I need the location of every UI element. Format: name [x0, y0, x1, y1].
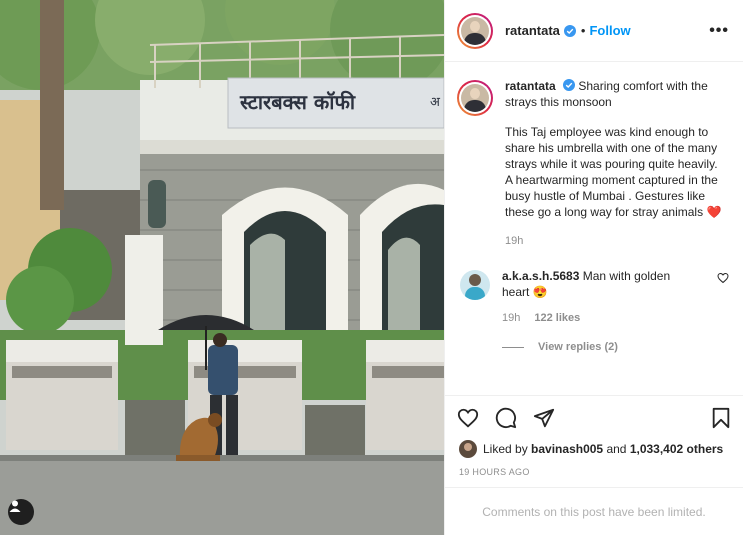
caption-text: This Taj employee was kind enough to sha… — [505, 125, 718, 219]
caption-body: ratantata Sharing comfort with the stray… — [505, 78, 725, 249]
caption-username[interactable]: ratantata — [505, 79, 556, 93]
comment-meta: 19h 122 likes — [502, 310, 692, 326]
tag-user-button[interactable] — [8, 499, 34, 525]
follow-button[interactable]: Follow — [589, 23, 630, 38]
more-options-icon[interactable]: ••• — [709, 22, 729, 40]
header-separator: • — [580, 23, 586, 38]
caption-author-avatar[interactable] — [457, 80, 493, 116]
post-photo[interactable]: स्टारबक्स कॉफी अ — [0, 0, 444, 535]
comment-body: a.k.a.s.h.5683 Man with golden heart 😍 1… — [502, 268, 692, 326]
comment-icon — [495, 407, 517, 428]
heart-icon — [457, 408, 479, 427]
liked-by-user[interactable]: bavinash005 — [531, 442, 603, 456]
replies-line — [502, 346, 524, 348]
bookmark-icon — [712, 407, 730, 428]
comments-limited-notice: Comments on this post have been limited. — [445, 487, 743, 535]
instagram-post: स्टारबक्स कॉफी अ ratantata • Follow ••• — [0, 0, 743, 535]
like-button[interactable] — [457, 407, 479, 429]
photo-signage-cut: अ — [430, 95, 440, 110]
verified-badge-icon — [563, 79, 576, 91]
comment-like-heart-icon[interactable] — [717, 272, 729, 284]
comment-username[interactable]: a.k.a.s.h.5683 — [502, 269, 579, 283]
save-button[interactable] — [711, 407, 731, 429]
liked-by-prefix: Liked by — [483, 442, 528, 456]
user-tag-icon — [9, 500, 21, 512]
action-bar — [445, 395, 743, 439]
caption-paragraph: This Taj employee was kind enough to sha… — [505, 124, 725, 220]
liked-by-and: and — [606, 442, 627, 456]
view-replies-label: View replies (2) — [538, 341, 618, 353]
photo-signage-text: स्टारबक्स कॉफी — [240, 90, 356, 114]
author-username[interactable]: ratantata — [505, 23, 560, 38]
share-button[interactable] — [533, 407, 555, 429]
caption-time: 19h — [505, 235, 524, 247]
photo-scene — [0, 0, 444, 535]
post-header: ratantata • Follow ••• — [445, 0, 743, 62]
post-time-ago[interactable]: 19 HOURS AGO — [445, 459, 743, 487]
red-heart-emoji: ❤️ — [706, 205, 722, 219]
post-side-panel: ratantata • Follow ••• ratantata Sharing… — [444, 0, 743, 535]
heart-eyes-emoji: 😍 — [532, 285, 548, 299]
comment-likes[interactable]: 122 likes — [534, 310, 580, 326]
author-avatar-image — [461, 16, 489, 45]
share-icon — [533, 408, 555, 427]
commenter-avatar[interactable] — [460, 270, 490, 300]
comment-button[interactable] — [495, 407, 517, 429]
comment-time: 19h — [502, 312, 521, 324]
liked-by-count[interactable]: 1,033,402 others — [630, 442, 723, 456]
liker-avatar[interactable] — [459, 440, 477, 458]
liked-by: Liked by bavinash005 and 1,033,402 other… — [445, 439, 743, 459]
comment-item: a.k.a.s.h.5683 Man with golden heart 😍 1… — [457, 268, 729, 326]
author-avatar[interactable] — [457, 12, 493, 49]
verified-badge-icon — [563, 24, 576, 37]
comments-section: ratantata Sharing comfort with the stray… — [445, 62, 743, 395]
caption: ratantata Sharing comfort with the stray… — [457, 78, 729, 249]
caption-avatar-image — [461, 84, 489, 112]
view-replies-button[interactable]: View replies (2) — [502, 341, 729, 353]
